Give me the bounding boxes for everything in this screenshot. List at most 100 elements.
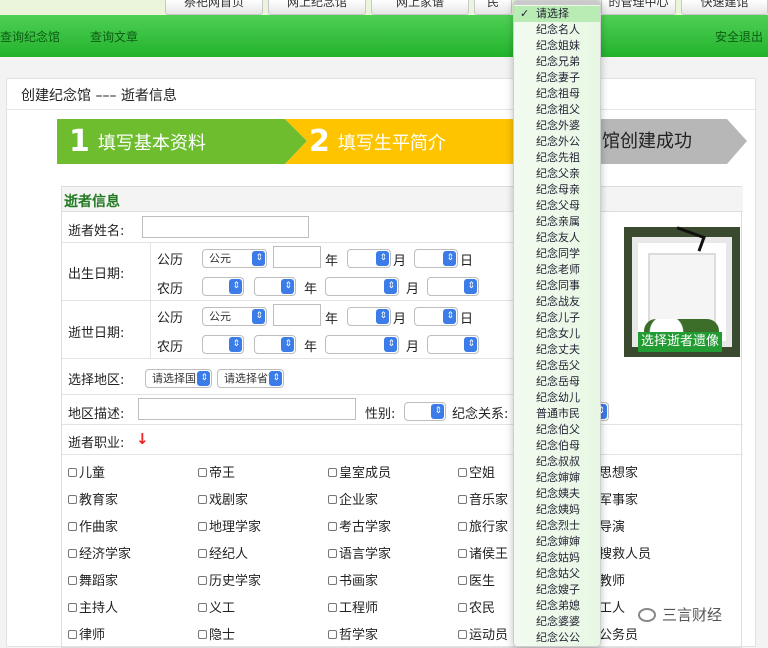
relation-option[interactable]: 纪念姐妹 — [514, 38, 600, 54]
relation-option[interactable]: 纪念老师 — [514, 262, 600, 278]
checkbox[interactable] — [328, 522, 337, 531]
checkbox[interactable] — [198, 468, 207, 477]
relation-option[interactable]: 纪念弟媳 — [514, 598, 600, 614]
occupation-option[interactable]: 律师 — [68, 624, 105, 643]
relation-option[interactable]: 纪念友人 — [514, 230, 600, 246]
relation-option[interactable]: 纪念婆婆 — [514, 614, 600, 630]
birth-year-input[interactable] — [273, 246, 321, 268]
occupation-option[interactable]: 运动员 — [458, 624, 508, 643]
checkbox[interactable] — [198, 630, 207, 639]
nav-tab-memorial[interactable]: 网上纪念馆 — [268, 0, 366, 15]
checkbox[interactable] — [198, 576, 207, 585]
relation-option[interactable]: 纪念名人 — [514, 22, 600, 38]
occupation-option[interactable]: 书画家 — [328, 570, 378, 589]
logout-link[interactable]: 安全退出 — [715, 28, 763, 45]
checkbox[interactable] — [328, 630, 337, 639]
birth-lunar-day-select[interactable]: ⇕ — [427, 277, 479, 296]
checkbox[interactable] — [68, 522, 77, 531]
relation-option[interactable]: 纪念外婆 — [514, 118, 600, 134]
relation-option[interactable]: 纪念父亲 — [514, 166, 600, 182]
relation-option[interactable]: 纪念母亲 — [514, 182, 600, 198]
death-month-select[interactable]: ⇕ — [347, 307, 391, 326]
relation-option[interactable]: 纪念婶婶 — [514, 470, 600, 486]
death-lunar-day-select[interactable]: ⇕ — [427, 335, 479, 354]
birth-lunar-year-select[interactable]: ⇕ — [254, 277, 296, 296]
death-year-input[interactable] — [273, 304, 321, 326]
relation-option[interactable]: 纪念烈士 — [514, 518, 600, 534]
choose-portrait-button[interactable]: 选择逝者遗像 — [638, 332, 722, 352]
relation-option[interactable]: 纪念祖父 — [514, 102, 600, 118]
occupation-option[interactable]: 音乐家 — [458, 489, 508, 508]
checkbox[interactable] — [458, 603, 467, 612]
relation-option[interactable]: 纪念姨夫 — [514, 486, 600, 502]
checkbox[interactable] — [328, 603, 337, 612]
checkbox[interactable] — [458, 522, 467, 531]
relation-option[interactable]: 纪念儿子 — [514, 310, 600, 326]
occupation-option[interactable]: 经济学家 — [68, 543, 131, 562]
occupation-option[interactable]: 儿童 — [68, 462, 105, 481]
relation-option[interactable]: 纪念公公 — [514, 630, 600, 646]
occupation-option[interactable]: 历史学家 — [198, 570, 261, 589]
occupation-option[interactable]: 戏剧家 — [198, 489, 248, 508]
checkbox[interactable] — [458, 549, 467, 558]
occupation-option[interactable]: 语言学家 — [328, 543, 391, 562]
relation-option[interactable]: 纪念祖母 — [514, 86, 600, 102]
checkbox[interactable] — [458, 495, 467, 504]
relation-option[interactable]: 纪念战友 — [514, 294, 600, 310]
relation-option[interactable]: 纪念岳父 — [514, 358, 600, 374]
search-article-link[interactable]: 查询文章 — [90, 28, 138, 45]
death-lunar-era-select[interactable]: ⇕ — [202, 335, 244, 354]
nav-tab-quick-create[interactable]: 快速建馆 — [681, 0, 768, 15]
relation-option[interactable]: 纪念嫂子 — [514, 582, 600, 598]
checkbox[interactable] — [68, 495, 77, 504]
occupation-option[interactable]: 帝王 — [198, 462, 235, 481]
checkbox[interactable] — [328, 495, 337, 504]
occupation-option[interactable]: 旅行家 — [458, 516, 508, 535]
occupation-option[interactable]: 主持人 — [68, 597, 118, 616]
relation-option[interactable]: 纪念姑父 — [514, 566, 600, 582]
checkbox[interactable] — [458, 630, 467, 639]
death-era-select[interactable]: 公元 ⇕ — [202, 307, 267, 326]
birth-era-select[interactable]: 公元 ⇕ — [202, 249, 267, 268]
relation-option[interactable]: 纪念丈夫 — [514, 342, 600, 358]
search-memorial-link[interactable]: 查询纪念馆 — [0, 28, 60, 45]
occupation-option[interactable]: 农民 — [458, 597, 495, 616]
occupation-option[interactable]: 工程师 — [328, 597, 378, 616]
nav-tab-management[interactable]: 的管理中心 — [601, 0, 676, 15]
checkbox[interactable] — [68, 468, 77, 477]
relation-option[interactable]: 纪念幼儿 — [514, 390, 600, 406]
relation-option[interactable]: 纪念伯父 — [514, 422, 600, 438]
checkbox[interactable] — [68, 549, 77, 558]
occupation-option[interactable]: 义工 — [198, 597, 235, 616]
birth-lunar-month-select[interactable]: ⇕ — [325, 277, 399, 296]
birth-lunar-era-select[interactable]: ⇕ — [202, 277, 244, 296]
nav-tab-home[interactable]: 祭祀网首页 — [165, 0, 263, 15]
relation-option[interactable]: 纪念亲属 — [514, 214, 600, 230]
relation-option[interactable]: 普通市民 — [514, 406, 600, 422]
occupation-option[interactable]: 诸侯王 — [458, 543, 508, 562]
checkbox[interactable] — [328, 468, 337, 477]
occupation-option[interactable]: 企业家 — [328, 489, 378, 508]
occupation-option[interactable]: 皇室成员 — [328, 462, 391, 481]
relation-option[interactable]: 纪念妻子 — [514, 70, 600, 86]
occupation-option[interactable]: 空姐 — [458, 462, 495, 481]
death-lunar-month-select[interactable]: ⇕ — [325, 335, 399, 354]
province-select[interactable]: 请选择省市 ⇕ — [217, 369, 284, 388]
relation-option[interactable]: 纪念同学 — [514, 246, 600, 262]
relation-option[interactable]: 纪念姑妈 — [514, 550, 600, 566]
gender-select[interactable]: ⇕ — [404, 402, 446, 421]
occupation-option[interactable]: 考古学家 — [328, 516, 391, 535]
occupation-option[interactable]: 医生 — [458, 570, 495, 589]
checkbox[interactable] — [458, 468, 467, 477]
occupation-option[interactable]: 舞蹈家 — [68, 570, 118, 589]
checkbox[interactable] — [68, 603, 77, 612]
checkbox[interactable] — [68, 576, 77, 585]
relation-option[interactable]: 纪念叔叔 — [514, 454, 600, 470]
checkbox[interactable] — [198, 603, 207, 612]
occupation-option[interactable]: 隐士 — [198, 624, 235, 643]
relation-option[interactable]: 纪念姨妈 — [514, 502, 600, 518]
name-input[interactable] — [142, 216, 309, 238]
nav-tab-partial[interactable]: 民 — [474, 0, 512, 15]
occupation-option[interactable]: 哲学家 — [328, 624, 378, 643]
occupation-option[interactable]: 作曲家 — [68, 516, 118, 535]
